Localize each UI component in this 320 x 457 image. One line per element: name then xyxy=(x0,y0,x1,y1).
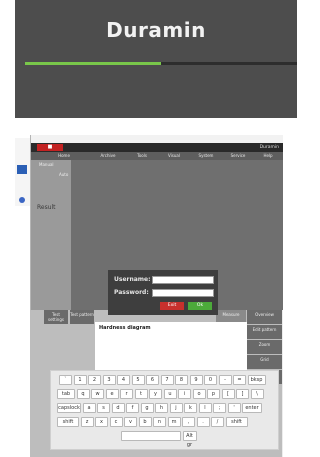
menu-system[interactable]: System xyxy=(191,152,221,160)
doc-title: Hardness diagram xyxy=(99,325,151,331)
key-3-6[interactable]: n xyxy=(153,417,166,427)
key-2-4[interactable]: f xyxy=(126,403,139,413)
key-3-8[interactable]: , xyxy=(182,417,195,427)
key-1-1[interactable]: q xyxy=(76,389,90,399)
key-1-10[interactable]: p xyxy=(207,389,220,399)
onscreen-keyboard: ` 1 2 3 4 5 6 7 8 9 0- = bksp tab q w e r t y u i o p[] \ capsloc… xyxy=(50,370,279,450)
key-0-7[interactable]: 7 xyxy=(160,375,174,385)
grid-button[interactable]: Grid xyxy=(247,355,282,369)
key-1-12[interactable]: ] xyxy=(236,389,249,399)
key-0-9[interactable]: 9 xyxy=(189,375,203,385)
key-0-2[interactable]: 2 xyxy=(88,375,101,385)
key-1-0[interactable]: tab xyxy=(57,389,75,399)
key-1-13[interactable]: \ xyxy=(250,389,264,399)
key-2-1[interactable]: a xyxy=(82,403,96,413)
side-label-auto[interactable]: Auto xyxy=(59,172,68,177)
key-3-0[interactable]: shift xyxy=(57,417,79,427)
menu-home[interactable]: Home xyxy=(49,152,79,160)
key-1-5[interactable]: t xyxy=(134,389,148,399)
key-3-11[interactable]: shift xyxy=(225,417,248,427)
key-0-6[interactable]: 6 xyxy=(146,375,159,385)
menu-help[interactable]: Help xyxy=(253,152,283,160)
key-0-13[interactable]: bksp xyxy=(247,375,266,385)
key-2-8[interactable]: k xyxy=(184,403,197,413)
password-label: Password: xyxy=(114,289,149,296)
side-label-manual[interactable]: Manual xyxy=(39,162,54,167)
key-0-1[interactable]: 1 xyxy=(73,375,87,385)
splash-progress-track xyxy=(25,62,297,65)
key-0-4[interactable]: 4 xyxy=(117,375,130,385)
edit-pattern-button[interactable]: Edit pattern xyxy=(247,325,282,339)
key-2-5[interactable]: g xyxy=(140,403,154,413)
key-2-3[interactable]: d xyxy=(111,403,125,413)
menu-bar: Home Archive Tools Visual System Service… xyxy=(31,152,283,160)
window-icon xyxy=(17,165,27,174)
key-2-0[interactable]: capslock xyxy=(57,403,81,413)
key-0-10[interactable]: 0 xyxy=(204,375,217,385)
brand-bar: ■ Duramin xyxy=(31,143,283,152)
key-4-1[interactable]: Alt gr xyxy=(182,431,197,448)
key-2-7[interactable]: j xyxy=(169,403,183,413)
splash-title: Duramin xyxy=(106,18,206,42)
overview-button[interactable]: Overview xyxy=(247,310,282,324)
key-1-3[interactable]: e xyxy=(105,389,119,399)
side-panel: Manual Auto Result xyxy=(31,160,71,310)
key-1-6[interactable]: y xyxy=(149,389,162,399)
username-field[interactable] xyxy=(152,276,214,284)
help-icon xyxy=(19,197,25,203)
tab-test-settings[interactable]: Test settings xyxy=(44,310,68,324)
key-1-11[interactable]: [ xyxy=(221,389,235,399)
key-0-8[interactable]: 8 xyxy=(175,375,188,385)
key-2-10[interactable]: ; xyxy=(213,403,226,413)
key-0-12[interactable]: = xyxy=(233,375,246,385)
key-3-3[interactable]: c xyxy=(109,417,123,427)
key-0-5[interactable]: 5 xyxy=(131,375,145,385)
splash-banner: Duramin xyxy=(15,0,297,118)
brand-name: Duramin xyxy=(259,145,279,150)
key-1-7[interactable]: u xyxy=(163,389,177,399)
username-label: Username: xyxy=(114,276,151,283)
key-3-1[interactable]: z xyxy=(80,417,94,427)
menu-service[interactable]: Service xyxy=(223,152,253,160)
key-3-2[interactable]: x xyxy=(95,417,108,427)
key-1-2[interactable]: w xyxy=(91,389,104,399)
key-3-9[interactable]: . xyxy=(196,417,210,427)
key-3-4[interactable]: v xyxy=(124,417,137,427)
exit-button[interactable]: Exit xyxy=(160,302,184,310)
key-2-12[interactable]: enter xyxy=(242,403,262,413)
key-0-0[interactable]: ` xyxy=(59,375,72,385)
splash-progress-fill xyxy=(25,62,161,65)
key-0-11[interactable]: - xyxy=(218,375,232,385)
result-label: Result xyxy=(37,204,56,211)
brand-logo: ■ xyxy=(37,144,63,151)
key-2-9[interactable]: l xyxy=(198,403,212,413)
key-2-6[interactable]: h xyxy=(155,403,168,413)
key-3-7[interactable]: m xyxy=(167,417,181,427)
password-field[interactable] xyxy=(152,289,214,297)
key-3-5[interactable]: b xyxy=(138,417,152,427)
key-1-4[interactable]: r xyxy=(120,389,133,399)
zoom-button[interactable]: Zoom xyxy=(247,340,282,354)
key-2-2[interactable]: s xyxy=(97,403,110,413)
menu-archive[interactable]: Archive xyxy=(93,152,123,160)
key-0-3[interactable]: 3 xyxy=(102,375,116,385)
menu-tools[interactable]: Tools xyxy=(127,152,157,160)
key-3-10[interactable]: / xyxy=(211,417,224,427)
spacebar-key[interactable] xyxy=(121,431,181,441)
menu-visual[interactable]: Visual xyxy=(159,152,189,160)
ok-button[interactable]: Ok xyxy=(188,302,212,310)
key-1-9[interactable]: o xyxy=(192,389,206,399)
key-1-8[interactable]: i xyxy=(178,389,191,399)
login-dialog: Username: Password: Exit Ok xyxy=(108,270,218,315)
tab-test-pattern[interactable]: Test pattern xyxy=(70,310,94,324)
key-2-11[interactable]: ' xyxy=(227,403,241,413)
